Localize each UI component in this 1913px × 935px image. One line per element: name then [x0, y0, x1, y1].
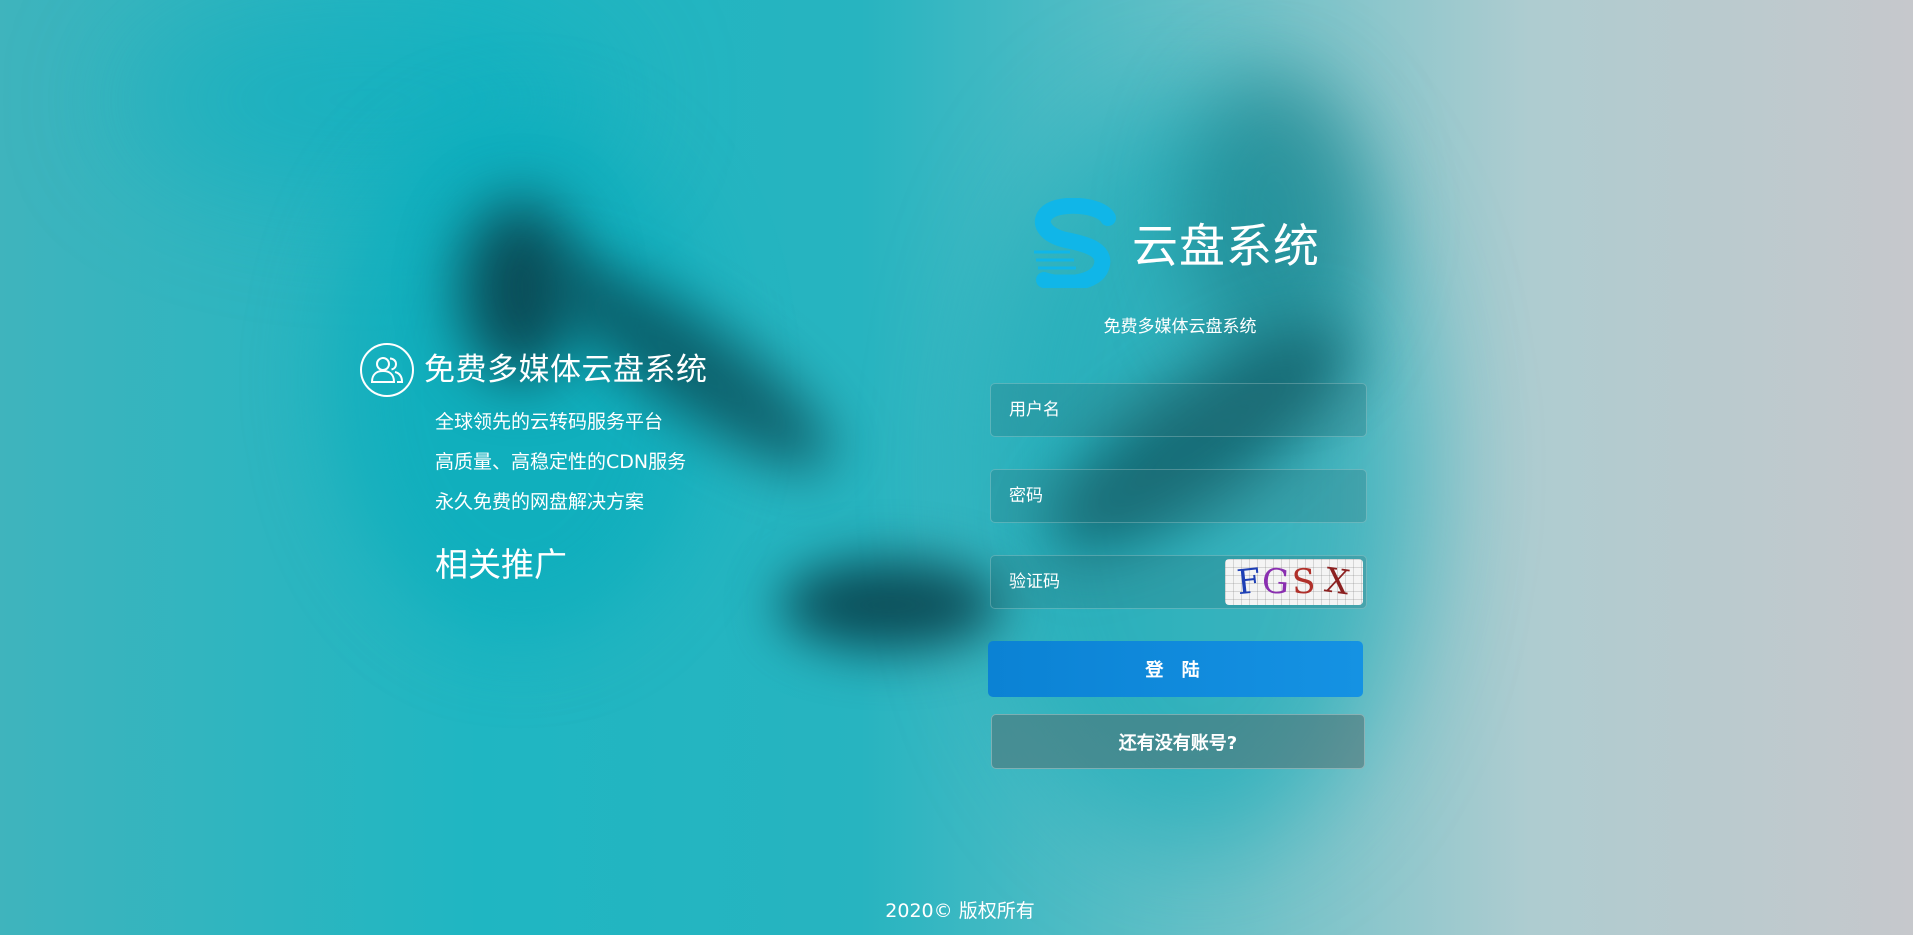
- password-field-wrapper: [990, 469, 1367, 523]
- captcha-char: X: [1322, 560, 1354, 604]
- feature-list: 全球领先的云转码服务平台 高质量、高稳定性的CDN服务 永久免费的网盘解决方案: [435, 402, 708, 522]
- register-button[interactable]: 还有没有账号?: [991, 714, 1365, 769]
- captcha-char: S: [1290, 561, 1318, 603]
- logo-icon: [1034, 198, 1116, 288]
- info-title: 免费多媒体云盘系统: [424, 352, 708, 388]
- info-panel: 免费多媒体云盘系统 全球领先的云转码服务平台 高质量、高稳定性的CDN服务 永久…: [360, 342, 708, 586]
- brand-name: 云盘系统: [1132, 219, 1320, 273]
- captcha-field-wrapper: F G S X: [990, 555, 1367, 609]
- captcha-image[interactable]: F G S X: [1225, 559, 1363, 605]
- info-header: 免费多媒体云盘系统: [360, 342, 708, 398]
- users-icon: [360, 343, 414, 397]
- background-blur: [780, 560, 1000, 650]
- username-field-wrapper: [990, 383, 1367, 437]
- copyright-footer: 2020© 版权所有: [885, 900, 1035, 922]
- captcha-input[interactable]: [991, 556, 1221, 608]
- password-input[interactable]: [991, 470, 1366, 522]
- login-button[interactable]: 登 陆: [988, 641, 1363, 697]
- promo-title: 相关推广: [435, 545, 567, 584]
- login-page: 免费多媒体云盘系统 全球领先的云转码服务平台 高质量、高稳定性的CDN服务 永久…: [0, 0, 1913, 935]
- feature-item: 永久免费的网盘解决方案: [435, 491, 645, 513]
- brand: 云盘系统: [1030, 198, 1320, 288]
- username-input[interactable]: [991, 384, 1366, 436]
- feature-item: 高质量、高稳定性的CDN服务: [435, 451, 687, 473]
- brand-subtitle: 免费多媒体云盘系统: [1103, 317, 1257, 337]
- captcha-char: G: [1261, 561, 1293, 603]
- feature-item: 全球领先的云转码服务平台: [435, 411, 664, 433]
